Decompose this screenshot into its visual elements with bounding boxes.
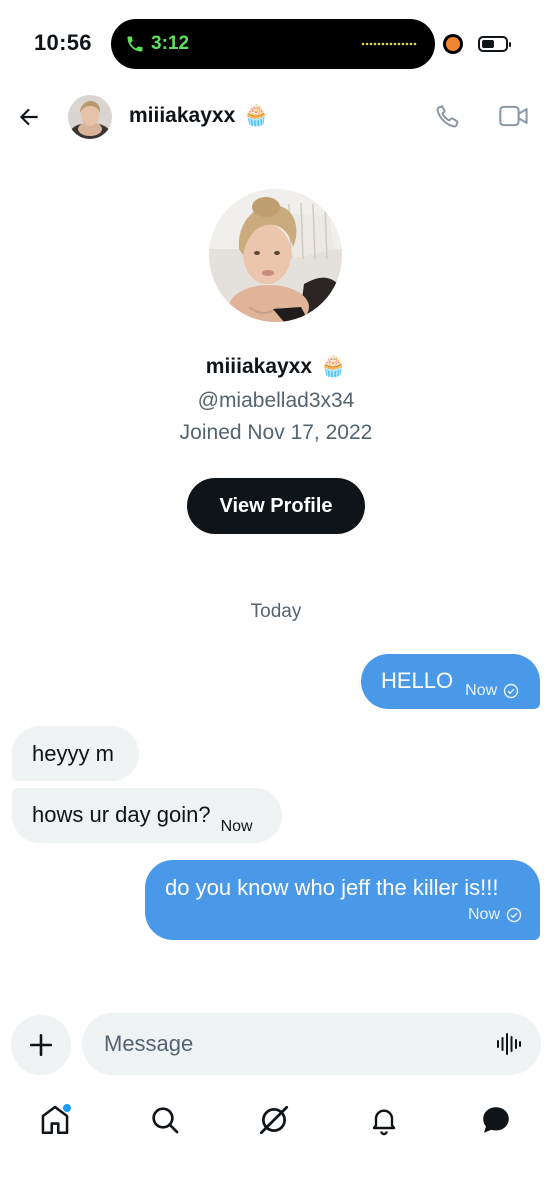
message-bubble-outgoing[interactable]: HELLO Now (361, 654, 540, 709)
phone-icon (127, 36, 143, 52)
cupcake-emoji: 🧁 (243, 104, 270, 127)
message-meta: Now (221, 813, 253, 841)
voice-message-button[interactable] (495, 1030, 523, 1058)
cupcake-emoji: 🧁 (320, 355, 347, 378)
message-text: hows ur day goin? (32, 802, 211, 827)
message-input[interactable] (104, 1013, 484, 1075)
avatar[interactable] (68, 95, 112, 139)
conversation-header: miiiakayxx 🧁 (0, 90, 552, 144)
message-composer (82, 1013, 541, 1075)
message-meta: Now (465, 677, 519, 705)
add-attachment-button[interactable] (11, 1015, 71, 1075)
voice-call-button[interactable] (430, 98, 466, 134)
mic-in-use-indicator (446, 37, 460, 51)
search-icon (152, 1107, 179, 1134)
day-separator: Today (250, 601, 302, 622)
message-bubble-outgoing[interactable]: do you know who jeff the killer is!!! No… (145, 860, 540, 940)
notification-dot (63, 1104, 71, 1112)
tab-home[interactable] (35, 1100, 75, 1140)
call-timer: 3:12 (151, 33, 190, 54)
message-time: Now (220, 818, 253, 835)
message-time: Now (465, 682, 498, 699)
profile-joined-date: Joined Nov 17, 2022 (179, 421, 373, 444)
tab-messages[interactable] (476, 1100, 516, 1140)
video-call-button[interactable] (494, 98, 534, 134)
audio-waveform (361, 42, 417, 46)
header-username: miiiakayxx (129, 104, 236, 127)
profile-avatar[interactable] (209, 189, 342, 322)
waveform-icon (497, 1033, 521, 1055)
messages-icon (483, 1107, 509, 1133)
message-text: heyyy m (32, 741, 114, 766)
phone-icon (436, 105, 459, 128)
arrow-left-icon (19, 108, 38, 126)
status-time: 10:56 (34, 30, 92, 55)
profile-handle: @miabellad3x34 (197, 389, 355, 412)
tab-notifications[interactable] (364, 1100, 404, 1140)
status-bar: 10:56 3:12 (0, 0, 552, 90)
video-camera-icon (499, 105, 528, 127)
message-time: Now (467, 906, 500, 923)
sent-check-icon (503, 683, 519, 699)
sent-check-icon (506, 907, 522, 923)
message-text: do you know who jeff the killer is!!! (165, 875, 499, 900)
tab-search[interactable] (145, 1100, 185, 1140)
back-button[interactable] (10, 98, 48, 136)
bottom-tab-bar (0, 1090, 552, 1150)
message-bubble-incoming[interactable]: heyyy m (12, 726, 139, 781)
tab-grok[interactable] (254, 1100, 294, 1140)
grok-icon (259, 1105, 289, 1135)
message-bubble-incoming[interactable]: hows ur day goin? Now (12, 788, 282, 843)
battery-icon (478, 36, 511, 52)
view-profile-button[interactable]: View Profile (187, 478, 365, 534)
message-text: HELLO (381, 668, 454, 693)
message-meta: Now (468, 901, 522, 929)
dynamic-island[interactable]: 3:12 (111, 19, 435, 69)
profile-display-name: miiiakayxx (205, 355, 313, 378)
header-title[interactable]: miiiakayxx 🧁 (129, 104, 269, 128)
plus-icon (29, 1033, 53, 1057)
bell-icon (372, 1109, 396, 1136)
active-call-indicator: 3:12 (125, 30, 189, 58)
profile-name: miiiakayxx 🧁 (0, 355, 552, 379)
